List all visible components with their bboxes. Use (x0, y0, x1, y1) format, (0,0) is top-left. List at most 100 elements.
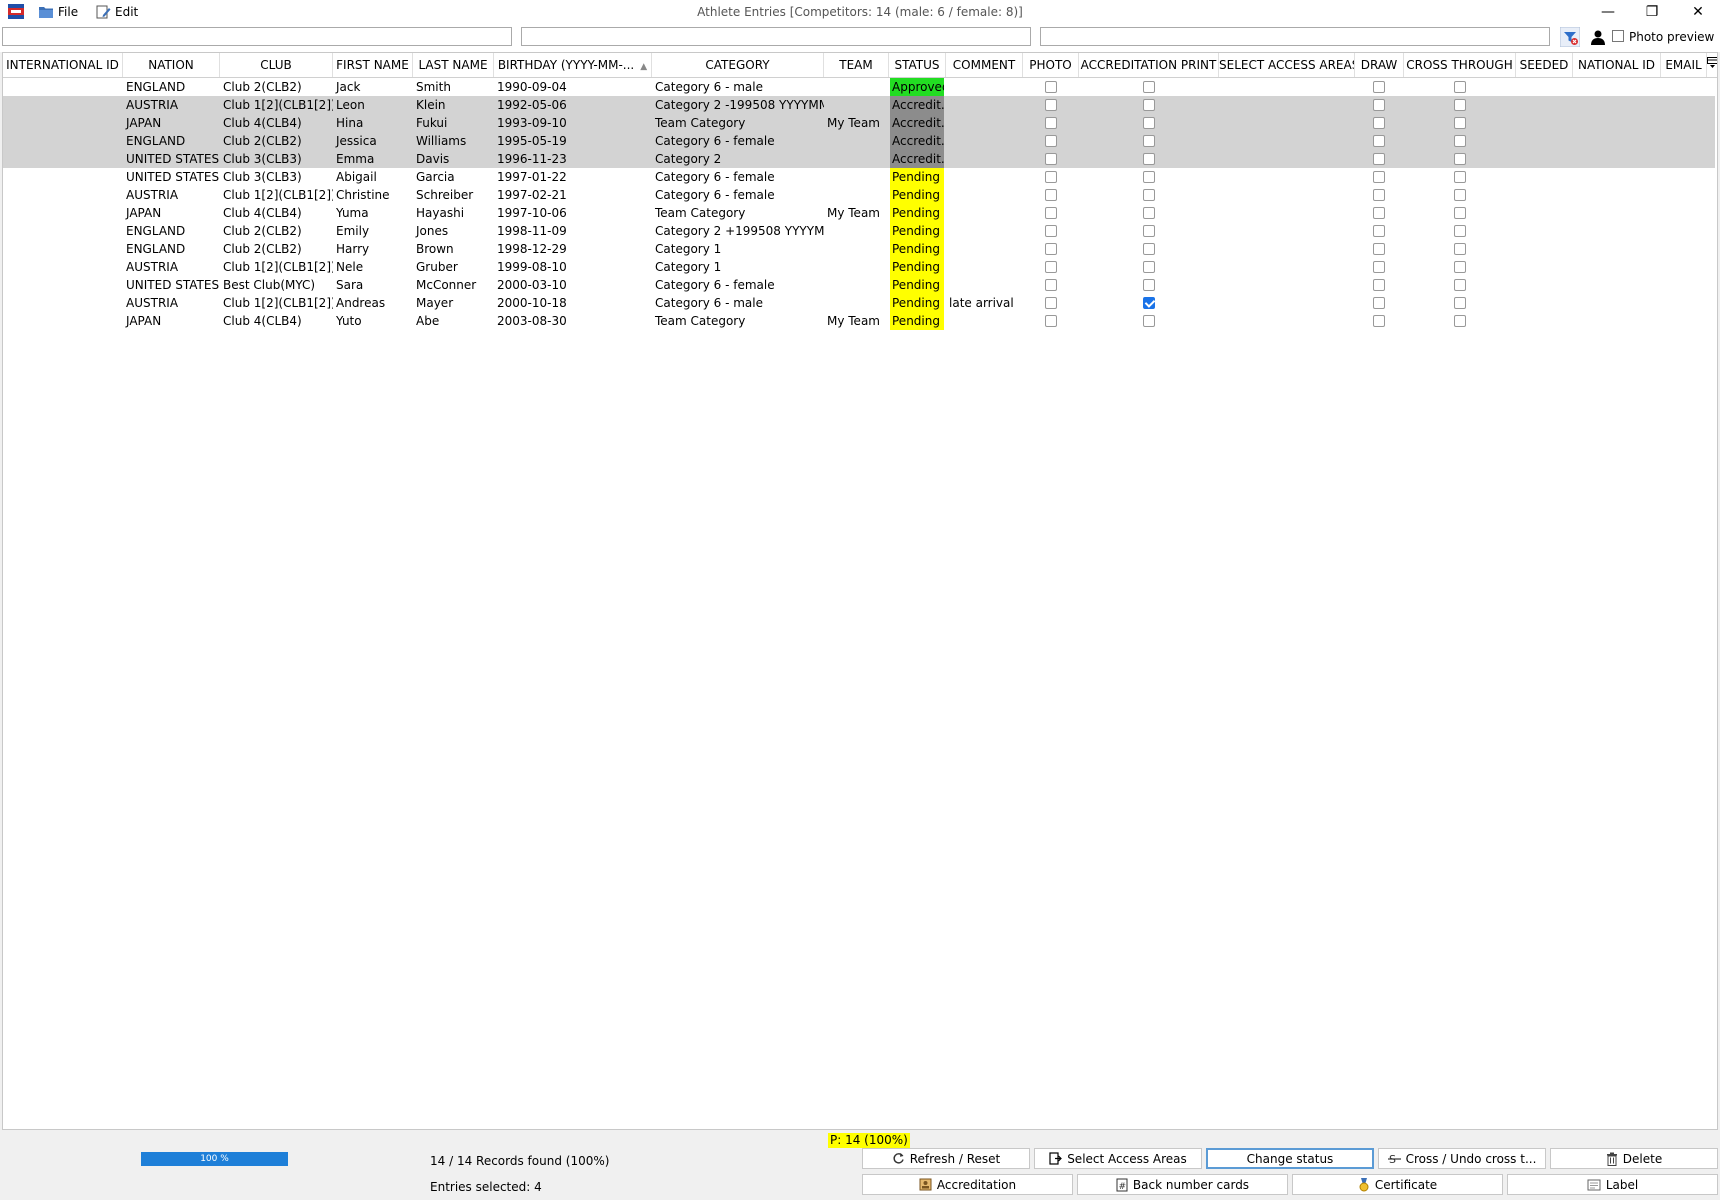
cross-through-checkbox[interactable] (1454, 279, 1466, 291)
cross-through-checkbox[interactable] (1454, 225, 1466, 237)
table-row[interactable]: AUSTRIA Club 1[2](CLB1[2]) Leon Klein 1992-0… (3, 96, 1715, 114)
accreditation-print-checkbox[interactable] (1143, 297, 1155, 309)
accreditation-print-checkbox[interactable] (1143, 225, 1155, 237)
accreditation-print-checkbox[interactable] (1143, 261, 1155, 273)
select-access-areas-button[interactable]: Select Access Areas (1034, 1148, 1202, 1169)
draw-checkbox[interactable] (1373, 279, 1385, 291)
accreditation-print-checkbox[interactable] (1143, 117, 1155, 129)
photo-checkbox[interactable] (1045, 297, 1057, 309)
table-row[interactable]: JAPAN Club 4(CLB4) Yuto Abe 2003-08-30 Team C… (3, 312, 1715, 330)
photo-checkbox[interactable] (1045, 279, 1057, 291)
column-header-comment[interactable]: COMMENT (946, 53, 1023, 77)
table-row[interactable]: ENGLAND Club 2(CLB2) Jack Smith 1990-09-04 Ca… (3, 78, 1715, 96)
table-row[interactable]: AUSTRIA Club 1[2](CLB1[2]) Nele Gruber 1999-… (3, 258, 1715, 276)
cross-undo-button[interactable]: S Cross / Undo cross t... (1378, 1148, 1546, 1169)
draw-checkbox[interactable] (1373, 171, 1385, 183)
photo-checkbox[interactable] (1045, 81, 1057, 93)
table-row[interactable]: AUSTRIA Club 1[2](CLB1[2]) Christine Schrei… (3, 186, 1715, 204)
cross-through-checkbox[interactable] (1454, 171, 1466, 183)
column-header-first-name[interactable]: FIRST NAME (333, 53, 413, 77)
photo-checkbox[interactable] (1045, 117, 1057, 129)
column-header-seeded[interactable]: SEEDED (1516, 53, 1573, 77)
draw-checkbox[interactable] (1373, 189, 1385, 201)
table-row[interactable]: UNITED STATES Best Club(MYC) Sara McConner 2… (3, 276, 1715, 294)
column-header-status[interactable]: STATUS (889, 53, 946, 77)
label-button[interactable]: Label (1507, 1174, 1718, 1195)
photo-checkbox[interactable] (1045, 243, 1057, 255)
column-header-club[interactable]: CLUB (220, 53, 333, 77)
close-button[interactable]: ✕ (1676, 0, 1720, 24)
accreditation-print-checkbox[interactable] (1143, 153, 1155, 165)
draw-checkbox[interactable] (1373, 315, 1385, 327)
column-header-birthday[interactable]: BIRTHDAY (YYYY-MM-... ▲ (494, 53, 652, 77)
certificate-button[interactable]: Certificate (1292, 1174, 1503, 1195)
filter-input-2[interactable] (521, 27, 1031, 46)
draw-checkbox[interactable] (1373, 243, 1385, 255)
cross-through-checkbox[interactable] (1454, 261, 1466, 273)
column-header-nation[interactable]: NATION (123, 53, 220, 77)
photo-checkbox[interactable] (1045, 99, 1057, 111)
accreditation-print-checkbox[interactable] (1143, 243, 1155, 255)
cross-through-checkbox[interactable] (1454, 99, 1466, 111)
column-header-email[interactable]: EMAIL (1661, 53, 1707, 77)
accreditation-print-checkbox[interactable] (1143, 207, 1155, 219)
photo-checkbox[interactable] (1045, 171, 1057, 183)
photo-checkbox[interactable] (1045, 189, 1057, 201)
table-row[interactable]: ENGLAND Club 2(CLB2) Harry Brown 1998-12-29 C… (3, 240, 1715, 258)
column-header-draw[interactable]: DRAW (1355, 53, 1404, 77)
draw-checkbox[interactable] (1373, 297, 1385, 309)
accreditation-print-checkbox[interactable] (1143, 189, 1155, 201)
draw-checkbox[interactable] (1373, 207, 1385, 219)
accreditation-print-checkbox[interactable] (1143, 135, 1155, 147)
photo-checkbox[interactable] (1045, 207, 1057, 219)
table-row[interactable]: JAPAN Club 4(CLB4) Yuma Hayashi 1997-10-06 Te… (3, 204, 1715, 222)
cross-through-checkbox[interactable] (1454, 207, 1466, 219)
cross-through-checkbox[interactable] (1454, 297, 1466, 309)
table-row[interactable]: ENGLAND Club 2(CLB2) Jessica Williams 1995-0… (3, 132, 1715, 150)
table-row[interactable]: JAPAN Club 4(CLB4) Hina Fukui 1993-09-10 Team… (3, 114, 1715, 132)
restore-button[interactable]: ❐ (1630, 0, 1674, 24)
draw-checkbox[interactable] (1373, 99, 1385, 111)
table-row[interactable]: UNITED STATES Club 3(CLB3) Abigail Garcia 19… (3, 168, 1715, 186)
cross-through-checkbox[interactable] (1454, 243, 1466, 255)
draw-checkbox[interactable] (1373, 153, 1385, 165)
column-header-category[interactable]: CATEGORY (652, 53, 824, 77)
accreditation-print-checkbox[interactable] (1143, 279, 1155, 291)
photo-checkbox[interactable] (1045, 153, 1057, 165)
cross-through-checkbox[interactable] (1454, 315, 1466, 327)
filter-input-3[interactable] (1040, 27, 1550, 46)
column-header-accreditation-print[interactable]: ACCREDITATION PRINT (1079, 53, 1219, 77)
draw-checkbox[interactable] (1373, 225, 1385, 237)
accreditation-print-checkbox[interactable] (1143, 171, 1155, 183)
draw-checkbox[interactable] (1373, 261, 1385, 273)
column-header-select-access-areas[interactable]: SELECT ACCESS AREAS (1219, 53, 1355, 77)
minimize-button[interactable]: — (1586, 0, 1630, 24)
delete-button[interactable]: Delete (1550, 1148, 1718, 1169)
clear-filter-icon[interactable] (1560, 27, 1580, 47)
column-header-photo[interactable]: PHOTO (1023, 53, 1079, 77)
photo-checkbox[interactable] (1045, 225, 1057, 237)
table-row[interactable]: ENGLAND Club 2(CLB2) Emily Jones 1998-11-09 C… (3, 222, 1715, 240)
table-row[interactable]: UNITED STATES Club 3(CLB3) Emma Davis 1996-1… (3, 150, 1715, 168)
accreditation-print-checkbox[interactable] (1143, 81, 1155, 93)
cross-through-checkbox[interactable] (1454, 135, 1466, 147)
cross-through-checkbox[interactable] (1454, 189, 1466, 201)
change-status-button[interactable]: Change status (1206, 1148, 1374, 1169)
accreditation-print-checkbox[interactable] (1143, 315, 1155, 327)
column-header-international-id[interactable]: INTERNATIONAL ID (3, 53, 123, 77)
photo-checkbox[interactable] (1045, 261, 1057, 273)
draw-checkbox[interactable] (1373, 81, 1385, 93)
accreditation-print-checkbox[interactable] (1143, 99, 1155, 111)
photo-checkbox[interactable] (1045, 135, 1057, 147)
column-header-cross-through[interactable]: CROSS THROUGH (1404, 53, 1516, 77)
filter-input-1[interactable] (2, 27, 512, 46)
column-header-national-id[interactable]: NATIONAL ID (1573, 53, 1661, 77)
table-row[interactable]: AUSTRIA Club 1[2](CLB1[2]) Andreas Mayer 200… (3, 294, 1715, 312)
back-number-cards-button[interactable]: # Back number cards (1077, 1174, 1288, 1195)
photo-checkbox[interactable] (1045, 315, 1057, 327)
draw-checkbox[interactable] (1373, 135, 1385, 147)
cross-through-checkbox[interactable] (1454, 117, 1466, 129)
column-header-team[interactable]: TEAM (824, 53, 889, 77)
column-header-last-name[interactable]: LAST NAME (413, 53, 494, 77)
refresh-reset-button[interactable]: Refresh / Reset (862, 1148, 1030, 1169)
